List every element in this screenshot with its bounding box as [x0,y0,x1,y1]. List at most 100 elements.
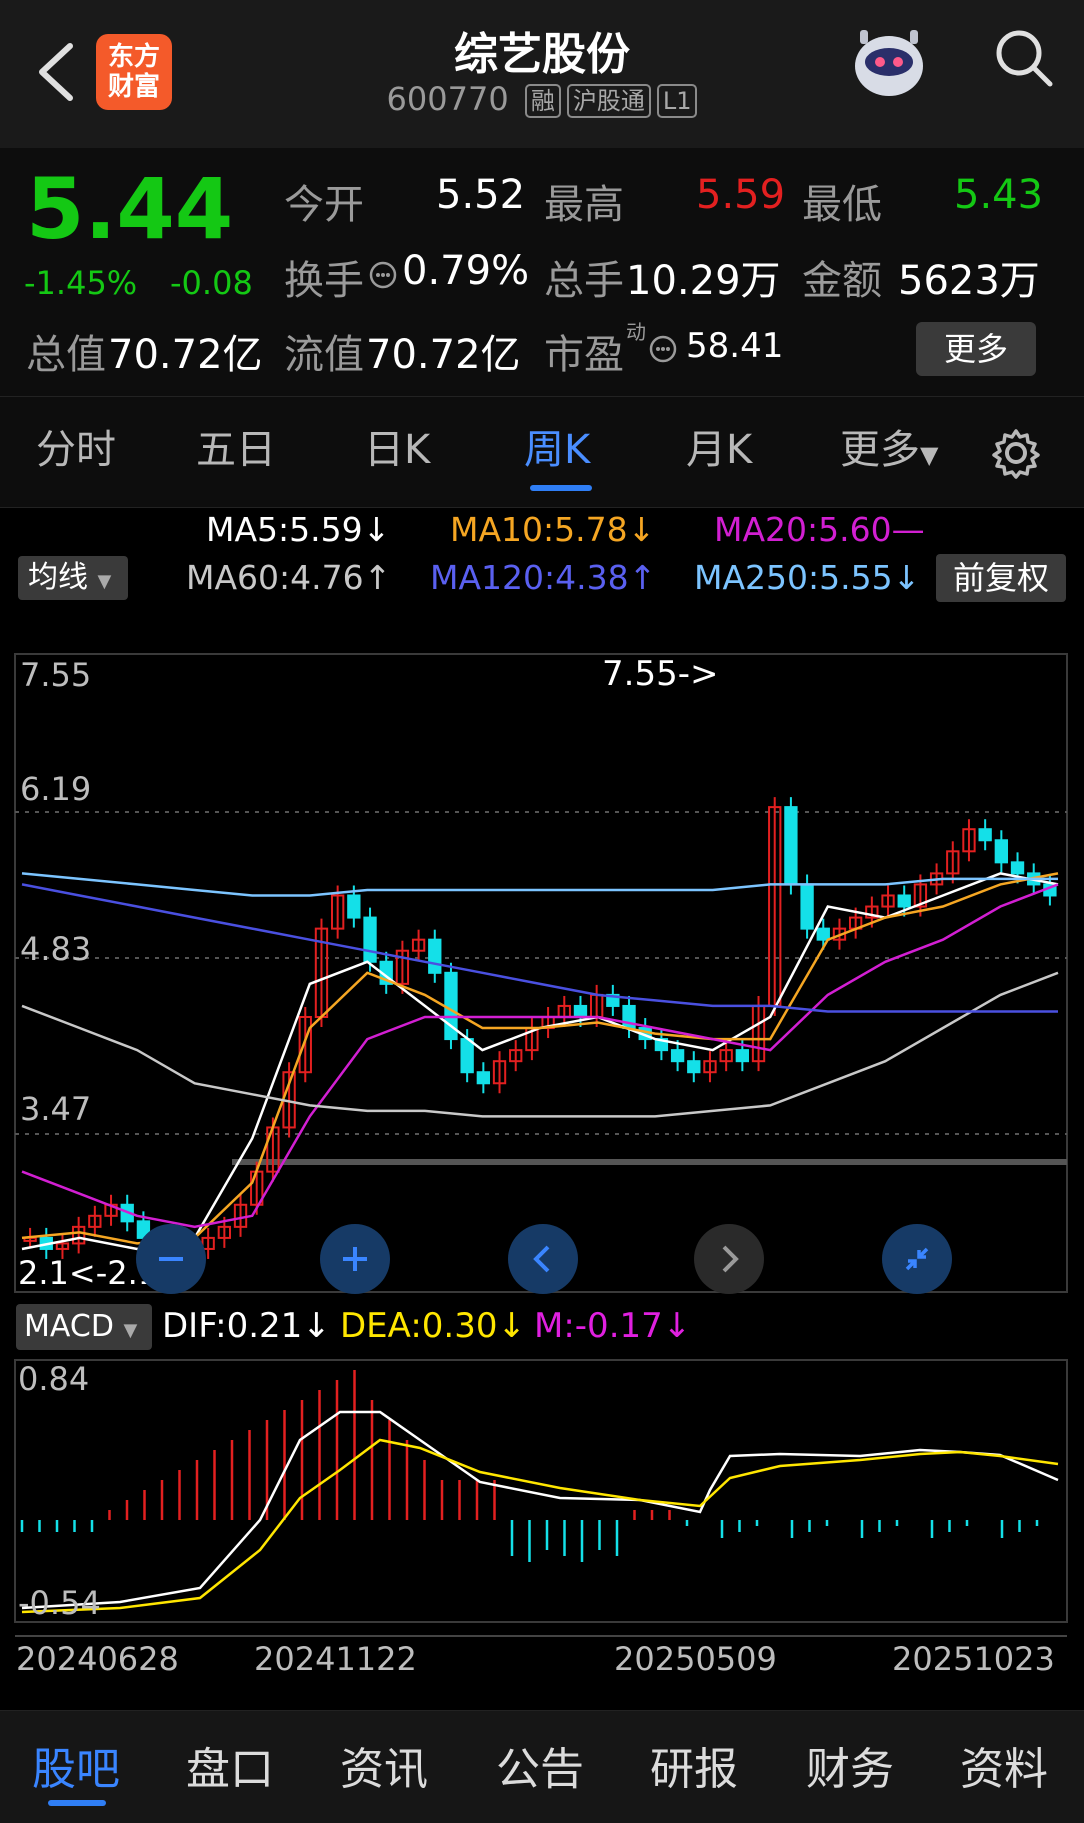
zoom-in-button[interactable] [320,1224,390,1294]
period-tabs: 分时 五日 日K 周K 月K 更多▼ [0,396,1084,508]
ma60-legend: MA60:4.76↑ [186,558,392,597]
tab-more[interactable]: 更多▼ [840,417,938,475]
pe-value: 58.41 [686,326,784,366]
open-value: 5.52 [436,172,526,218]
more-quote-button[interactable]: 更多 [916,322,1036,376]
candle-body [670,1049,685,1063]
zoom-out-button[interactable] [136,1224,206,1294]
candle-body [363,916,377,963]
gear-icon[interactable] [990,427,1042,479]
candle-body [897,894,911,908]
y-tick-label: 7.55 [20,656,92,694]
pe-dynamic-mark: 动 [626,320,646,344]
tab-daily-k[interactable]: 日K [364,417,430,475]
candle-body [687,1060,701,1074]
active-tab-indicator [530,485,592,491]
kline-chart[interactable] [0,640,1084,1700]
candle-body [347,894,361,919]
nav-news[interactable]: 资讯 [340,1733,428,1797]
turnover-label: 换手 [284,258,364,304]
x-tick-label: 20241122 [254,1640,417,1678]
info-icon[interactable] [368,260,398,290]
ma20-line [21,883,1059,1229]
amount-value: 5623万 [898,258,1040,304]
macd-dea: DEA:0.30↓ [340,1306,526,1346]
x-tick-label: 20250509 [614,1640,777,1678]
macd-y-tick: -0.54 [18,1584,101,1622]
ma5-legend: MA5:5.59↓ [206,510,391,549]
ma10-legend: MA10:5.78↓ [450,510,656,549]
high-label: 最高 [544,182,624,228]
change-amount: -0.08 [170,264,253,302]
bottom-nav: 股吧 盘口 资讯 公告 研报 财务 资料 [0,1710,1084,1823]
candle-body [1010,861,1025,875]
active-nav-indicator [48,1800,106,1806]
x-tick-label: 20251023 [892,1640,1055,1678]
candle-body [978,828,992,842]
ma120-legend: MA120:4.38↑ [430,558,657,597]
search-icon[interactable] [992,26,1056,90]
nav-announcements[interactable]: 公告 [496,1733,584,1797]
ma250-legend: MA250:5.55↓ [694,558,921,597]
collapse-icon [905,1247,929,1271]
ma60-line [21,971,1059,1118]
minus-icon [159,1257,183,1261]
candle-body [800,883,814,930]
nav-finance[interactable]: 财务 [806,1733,894,1797]
low-label: 最低 [802,182,882,228]
indicator-dropdown[interactable]: MACD ▼ [16,1304,152,1350]
candle-body [460,1038,474,1074]
tab-weekly-k[interactable]: 周K [524,417,590,475]
volume-value: 10.29万 [626,258,781,304]
info-icon[interactable] [648,334,678,364]
margin-tag: 融 [524,84,561,118]
nav-research[interactable]: 研报 [650,1733,738,1797]
amount-label: 金额 [802,258,882,304]
dea-line [21,1438,1059,1614]
candle-body [428,938,442,974]
high-value: 5.59 [696,172,786,218]
tab-intraday[interactable]: 分时 [36,417,116,475]
dif-line [21,1410,1059,1610]
tab-more-label: 更多 [840,427,920,473]
connect-tag: 沪股通 [566,84,651,118]
chevron-down-icon: ▼ [97,571,112,592]
y-tick-label: 3.47 [20,1090,92,1128]
float-value: 70.72亿 [366,332,521,378]
tab-monthly-k[interactable]: 月K [686,417,752,475]
candle-body [784,806,798,886]
macd-dif: DIF:0.21↓ [162,1306,331,1346]
candle-body [816,927,830,941]
ma250-line [21,872,1058,897]
reset-zoom-button[interactable] [882,1224,952,1294]
indicator-label: MACD [24,1309,114,1344]
plus-icon [343,1247,367,1271]
candle-body [476,1071,491,1085]
x-tick-label: 20240628 [16,1640,179,1678]
ma-type-dropdown[interactable]: 均线 ▼ [18,556,128,600]
nav-guba[interactable]: 股吧 [32,1733,120,1797]
pe-label: 市盈 [544,332,624,378]
change-percent: -1.45% [24,264,138,302]
robot-assistant-icon[interactable] [846,18,932,104]
scroll-left-button[interactable] [508,1224,578,1294]
tab-five-day[interactable]: 五日 [196,417,276,475]
y-tick-label: 4.83 [20,930,92,968]
ma-type-label: 均线 [28,560,88,595]
macd-frame [14,1359,1068,1623]
scroll-right-button[interactable] [694,1224,764,1294]
chevron-right-icon [722,1245,739,1273]
mktcap-value: 70.72亿 [108,332,263,378]
chevron-down-icon: ▼ [920,441,939,469]
chevron-left-icon [533,1245,550,1273]
ma5-line [21,872,1059,1251]
turnover-value: 0.79% [402,248,530,294]
last-price: 5.44 [26,160,234,258]
float-label: 流值 [284,332,364,378]
adjust-mode-button[interactable]: 前复权 [936,554,1066,602]
candle-body [735,1049,750,1063]
ma20-legend: MA20:5.60— [714,510,925,549]
nav-profile[interactable]: 资料 [960,1733,1048,1797]
nav-pankou[interactable]: 盘口 [186,1733,274,1797]
level-tag: L1 [656,84,698,118]
